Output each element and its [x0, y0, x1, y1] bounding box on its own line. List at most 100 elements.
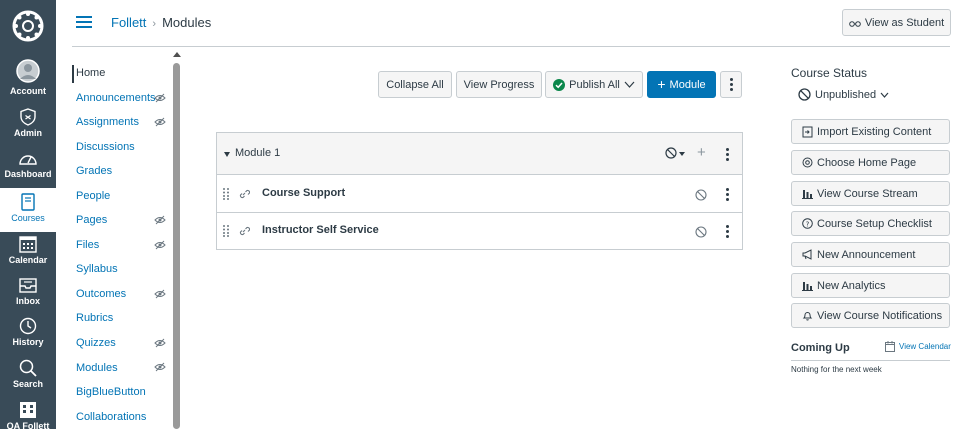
course-nav-rubrics[interactable]: Rubrics — [76, 312, 113, 324]
nav-calendar[interactable]: Calendar — [0, 235, 56, 277]
course-nav-home[interactable]: Home — [76, 67, 105, 79]
module-item-title[interactable]: Instructor Self Service — [262, 224, 379, 236]
unpublished-icon[interactable] — [695, 226, 707, 238]
new-analytics-label: New Analytics — [817, 279, 886, 292]
unpublished-icon[interactable] — [695, 189, 707, 201]
page-header: Follett › Modules — [56, 0, 962, 46]
course-nav-syllabus[interactable]: Syllabus — [76, 263, 118, 275]
link-icon — [239, 189, 250, 199]
course-nav-assignments[interactable]: Assignments — [76, 116, 139, 128]
import-existing-content-label: Import Existing Content — [817, 125, 932, 138]
import-existing-content-button[interactable]: Import Existing Content — [791, 119, 950, 144]
book-icon — [21, 193, 35, 211]
unpublished-icon — [798, 88, 811, 101]
menu-toggle-icon[interactable] — [76, 16, 92, 29]
course-nav: Home Announcements Assignments Discussio… — [72, 60, 172, 429]
hidden-eye-icon — [154, 117, 166, 127]
view-as-student-button[interactable]: View as Student — [842, 9, 951, 36]
coming-up-empty-text: Nothing for the next week — [791, 365, 882, 374]
building-icon — [20, 402, 36, 418]
collapse-all-button[interactable]: Collapse All — [378, 71, 452, 98]
publish-all-button[interactable]: Publish All — [545, 71, 643, 98]
module-kebab-icon[interactable] — [726, 148, 730, 163]
add-module-button[interactable]: + Module — [647, 71, 716, 98]
hidden-eye-icon — [154, 289, 166, 299]
kebab-icon-dot — [729, 83, 733, 86]
course-nav-discussions[interactable]: Discussions — [76, 141, 135, 153]
inbox-icon — [19, 278, 37, 293]
view-as-student-label: View as Student — [864, 16, 945, 29]
view-course-notifications-button[interactable]: View Course Notifications — [791, 303, 950, 328]
nav-label: Account — [10, 86, 46, 96]
scrollbar-thumb[interactable] — [173, 63, 180, 429]
view-calendar-link[interactable]: View Calendar — [885, 341, 951, 352]
course-status-title: Course Status — [791, 66, 868, 80]
nav-label: QA Follett — [6, 421, 50, 431]
caret-down-icon[interactable] — [679, 152, 685, 156]
coming-up-divider — [791, 360, 950, 361]
more-options-button[interactable] — [720, 71, 742, 98]
course-nav-announcements[interactable]: Announcements — [76, 92, 156, 104]
nav-label: Admin — [14, 128, 42, 138]
course-nav-people[interactable]: People — [76, 190, 110, 202]
question-icon: ? — [802, 218, 813, 229]
nav-label: Search — [12, 379, 44, 389]
active-indicator — [72, 65, 74, 83]
nav-account[interactable]: Account — [0, 58, 56, 100]
add-module-label: Module — [669, 78, 706, 91]
calendar-icon — [885, 341, 895, 352]
search-icon — [19, 359, 37, 377]
kebab-icon — [729, 78, 733, 81]
course-setup-checklist-button[interactable]: ? Course Setup Checklist — [791, 211, 950, 236]
link-icon — [239, 226, 250, 236]
hidden-eye-icon — [154, 240, 166, 250]
module-header[interactable]: Module 1 + — [217, 133, 742, 175]
nav-inbox[interactable]: Inbox — [0, 276, 56, 318]
chevron-down-icon — [624, 81, 635, 88]
course-nav-bigbluebutton[interactable]: BigBlueButton — [76, 386, 146, 398]
coming-up-heading: Coming Up — [791, 342, 850, 354]
item-kebab-icon[interactable] — [726, 225, 730, 240]
hidden-eye-icon — [154, 215, 166, 225]
header-divider — [72, 46, 950, 47]
course-nav-files[interactable]: Files — [76, 239, 99, 251]
global-nav: Account Admin Dashboard Courses Calendar — [0, 0, 56, 431]
breadcrumb-course-link[interactable]: Follett — [111, 15, 146, 30]
course-nav-grades[interactable]: Grades — [76, 165, 112, 177]
user-avatar-icon — [16, 59, 40, 83]
nav-admin[interactable]: Admin — [0, 108, 56, 150]
module-title: Module 1 — [235, 147, 281, 159]
drag-handle-icon[interactable] — [223, 225, 229, 237]
nav-search[interactable]: Search — [0, 359, 56, 401]
new-announcement-button[interactable]: New Announcement — [791, 242, 950, 267]
nav-history[interactable]: History — [0, 317, 56, 359]
module-item-title[interactable]: Course Support — [262, 187, 345, 199]
nav-dashboard[interactable]: Dashboard — [0, 151, 56, 193]
bell-icon — [802, 312, 813, 321]
add-item-plus-icon[interactable]: + — [697, 145, 706, 160]
view-progress-button[interactable]: View Progress — [456, 71, 542, 98]
view-progress-label: View Progress — [463, 78, 535, 91]
view-course-stream-button[interactable]: View Course Stream — [791, 181, 950, 206]
course-nav-outcomes[interactable]: Outcomes — [76, 288, 126, 300]
module-item-row[interactable]: Course Support — [217, 176, 742, 213]
scroll-up-arrow-icon[interactable] — [173, 52, 181, 57]
item-kebab-icon[interactable] — [726, 188, 730, 203]
unpublished-icon[interactable] — [665, 147, 677, 159]
nav-qa-follett[interactable]: QA Follett — [0, 399, 56, 441]
course-nav-collaborations[interactable]: Collaborations — [76, 411, 146, 423]
course-nav-pages[interactable]: Pages — [76, 214, 107, 226]
nav-label: Inbox — [16, 296, 40, 306]
collapse-caret-icon[interactable] — [224, 152, 230, 157]
nav-courses[interactable]: Courses — [0, 188, 56, 232]
course-nav-quizzes[interactable]: Quizzes — [76, 337, 116, 349]
course-status-dropdown[interactable]: Unpublished — [798, 88, 889, 101]
course-nav-modules[interactable]: Modules — [76, 362, 118, 374]
choose-home-page-button[interactable]: Choose Home Page — [791, 150, 950, 175]
new-analytics-button[interactable]: New Analytics — [791, 273, 950, 298]
drag-handle-icon[interactable] — [223, 188, 229, 200]
module-item-row[interactable]: Instructor Self Service — [217, 213, 742, 250]
canvas-logo-icon[interactable] — [12, 10, 44, 42]
clock-icon — [19, 317, 37, 335]
new-announcement-label: New Announcement — [817, 248, 916, 261]
